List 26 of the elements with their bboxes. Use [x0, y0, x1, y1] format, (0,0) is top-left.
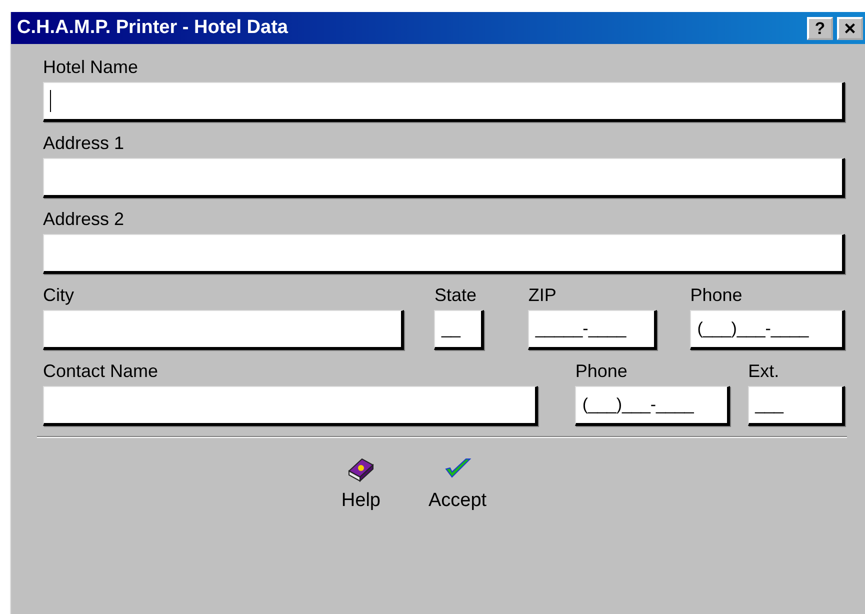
field-label: Phone — [575, 360, 628, 383]
window-title: C.H.A.M.P. Printer - Hotel Data — [17, 17, 288, 39]
input-field[interactable]: (___)___-____ — [690, 310, 845, 350]
input-field[interactable] — [43, 234, 845, 274]
field-label: Contact Name — [43, 360, 160, 383]
book-icon — [346, 456, 376, 482]
input-field[interactable]: (___)___-____ — [575, 386, 730, 426]
input-field[interactable] — [43, 158, 845, 198]
field-label: Address 2 — [43, 208, 126, 231]
field-label: City — [43, 284, 75, 307]
help-button[interactable]: ? — [807, 16, 833, 40]
input-field[interactable] — [43, 386, 538, 426]
input-field[interactable]: _____-____ — [528, 310, 658, 350]
field-label: Address 1 — [43, 132, 126, 155]
help-button[interactable]: Help — [337, 454, 384, 514]
field-label: Phone — [690, 284, 744, 307]
input-field[interactable]: __ — [434, 310, 484, 350]
accept-button[interactable]: Accept — [424, 454, 491, 514]
field-label: Hotel Name — [43, 56, 140, 79]
input-field[interactable] — [43, 82, 845, 122]
field-label: State — [434, 284, 478, 307]
field-label: Ext. — [748, 360, 780, 383]
input-field[interactable] — [43, 310, 404, 350]
field-label: ZIP — [528, 284, 558, 307]
input-field[interactable]: ___ — [748, 386, 846, 426]
close-button[interactable]: × — [837, 16, 863, 40]
